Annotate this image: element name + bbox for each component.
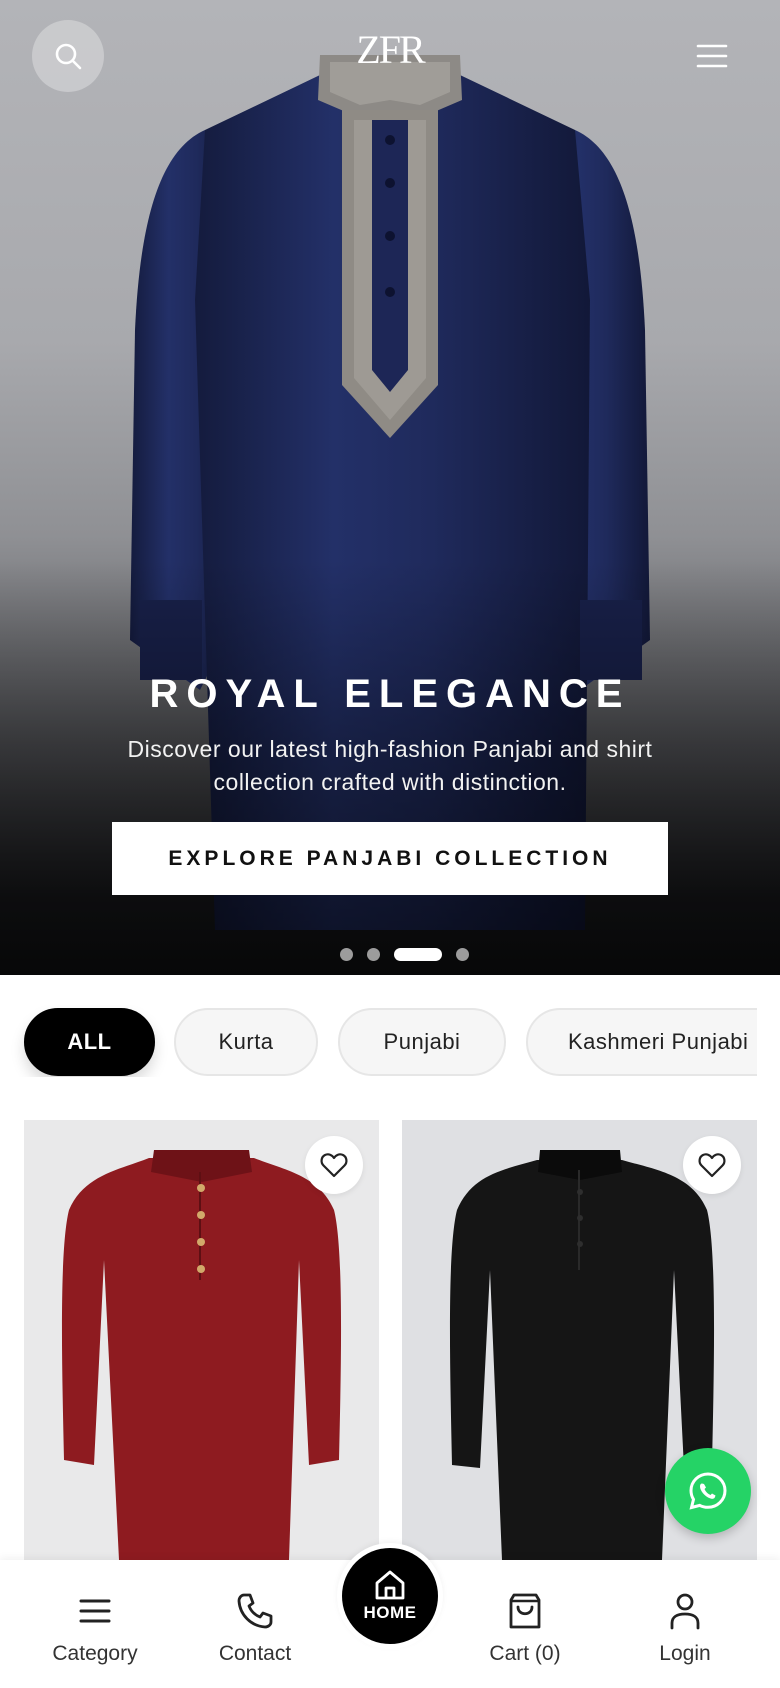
explore-collection-button[interactable]: EXPLORE PANJABI COLLECTION — [112, 822, 668, 895]
favorite-button[interactable] — [683, 1136, 741, 1194]
shopping-bag-icon — [509, 1593, 541, 1629]
filter-chip-kurta[interactable]: Kurta — [174, 1008, 318, 1076]
nav-login[interactable]: Login — [620, 1588, 750, 1666]
nav-home[interactable]: HOME — [337, 1543, 443, 1649]
nav-category-label: Category — [52, 1642, 138, 1665]
whatsapp-icon — [689, 1472, 727, 1510]
whatsapp-chat-button[interactable] — [665, 1448, 751, 1534]
category-filter-bar: ALL Kurta Punjabi Kashmeri Punjabi — [0, 1005, 757, 1077]
product-card[interactable] — [24, 1120, 379, 1560]
menu-button[interactable] — [690, 36, 734, 76]
nav-cart[interactable]: Cart (0) — [460, 1588, 590, 1666]
nav-category[interactable]: Category — [30, 1588, 160, 1666]
carousel-dot-2[interactable] — [366, 947, 380, 961]
filter-chip-punjabi[interactable]: Punjabi — [338, 1008, 506, 1076]
carousel-dots — [0, 947, 780, 961]
favorite-button[interactable] — [305, 1136, 363, 1194]
category-list-icon — [79, 1599, 111, 1623]
nav-contact[interactable]: Contact — [190, 1588, 320, 1666]
nav-home-label: HOME — [363, 1603, 417, 1622]
heart-outline-icon — [320, 1153, 348, 1178]
phone-icon — [237, 1593, 273, 1629]
heart-outline-icon — [698, 1153, 726, 1178]
search-icon — [55, 43, 82, 70]
hero-title: ROYAL ELEGANCE — [149, 672, 631, 716]
home-icon — [375, 1570, 405, 1600]
nav-cart-label: Cart (0) — [489, 1642, 561, 1665]
carousel-dot-4[interactable] — [455, 947, 469, 961]
brand-logo[interactable]: ZFR — [340, 28, 440, 72]
hero-banner: ZFR ROYAL ELEGANCE Discover our latest h… — [0, 0, 780, 975]
search-button[interactable] — [32, 20, 104, 92]
hero-subtitle: Discover our latest high-fashion Panjabi… — [127, 736, 653, 795]
carousel-dot-1[interactable] — [339, 947, 353, 961]
user-icon — [670, 1593, 700, 1630]
carousel-dot-3-active[interactable] — [393, 947, 442, 961]
nav-login-label: Login — [659, 1642, 711, 1665]
home-button[interactable]: HOME — [342, 1548, 438, 1644]
hamburger-menu-icon — [696, 44, 728, 68]
filter-chip-all[interactable]: ALL — [24, 1008, 155, 1076]
nav-contact-label: Contact — [218, 1642, 292, 1665]
filter-chip-kashmeri-punjabi[interactable]: Kashmeri Punjabi — [526, 1008, 757, 1076]
